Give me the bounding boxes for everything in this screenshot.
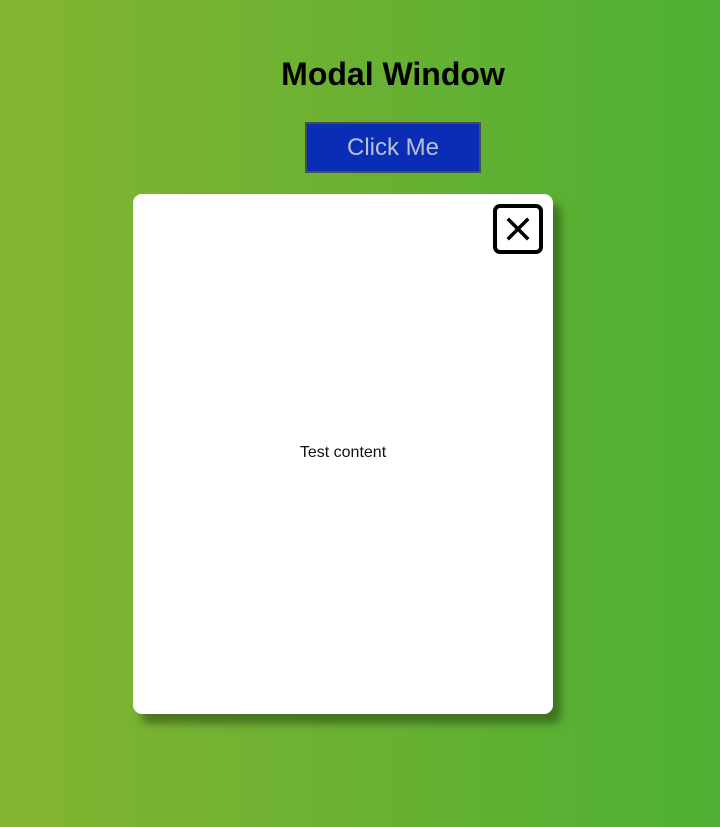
close-icon [506,217,530,241]
click-me-button[interactable]: Click Me [305,122,481,173]
modal-window: Test content [133,194,553,714]
close-button[interactable] [493,204,543,254]
page-title: Modal Window [281,56,505,92]
modal-content-text: Test content [299,444,387,461]
